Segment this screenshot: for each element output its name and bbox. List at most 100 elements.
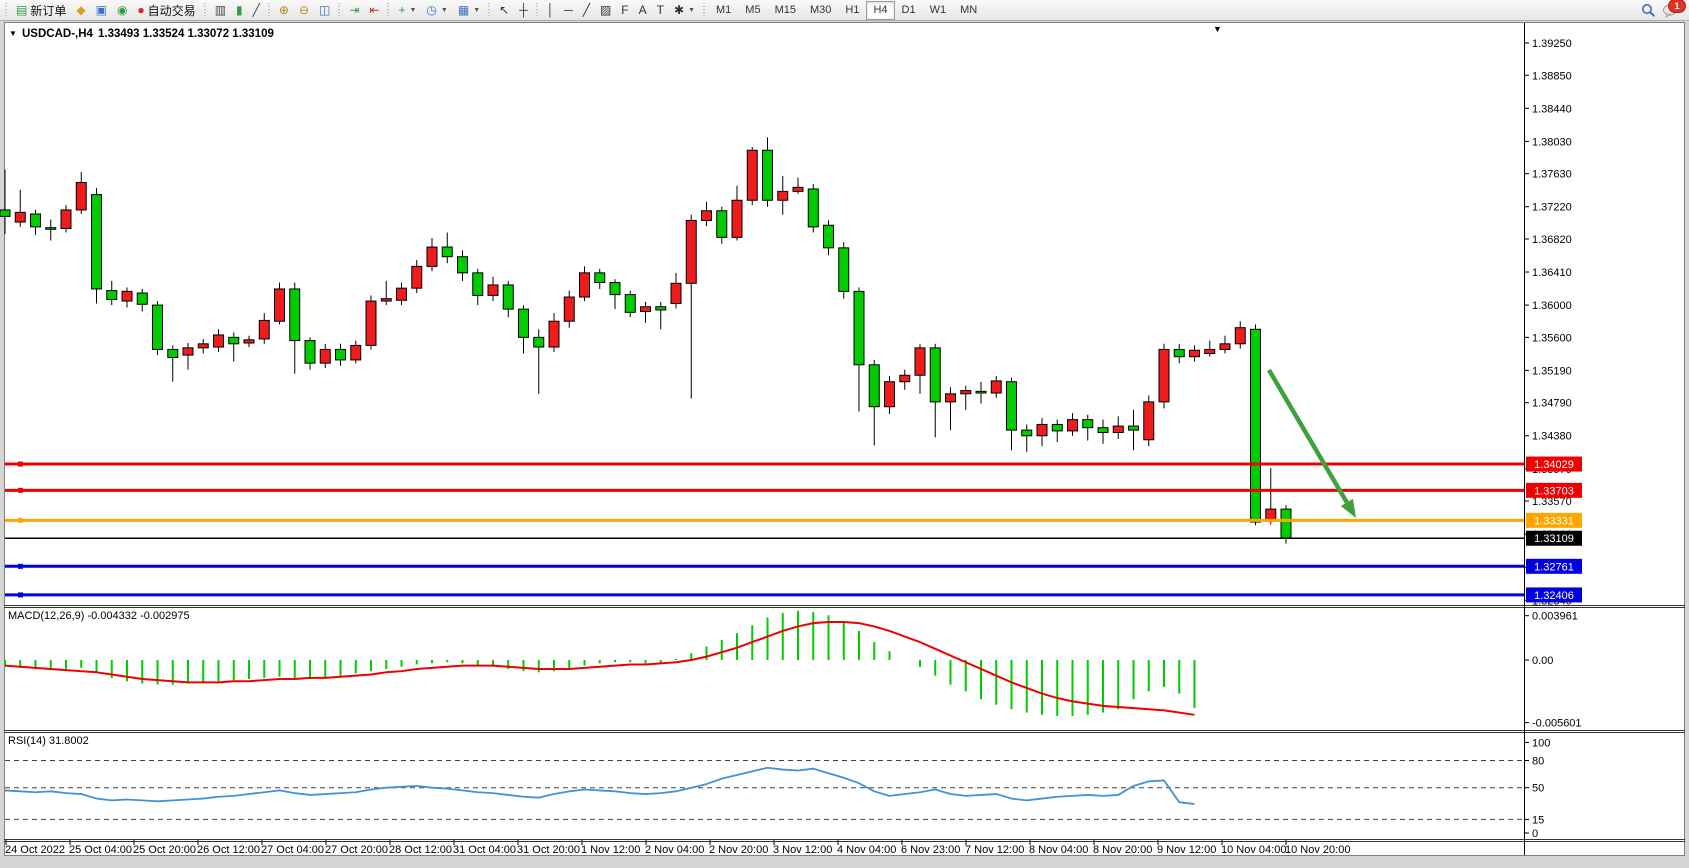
toolbar-cursor-button[interactable]: ↖ xyxy=(494,0,514,20)
time-label: 10 Nov 20:00 xyxy=(1285,844,1350,856)
time-label: 25 Oct 04:00 xyxy=(69,844,132,856)
toolbar-crosshair-button[interactable]: ┼ xyxy=(514,0,533,20)
candle xyxy=(1083,420,1093,428)
time-label: 2 Nov 04:00 xyxy=(645,844,704,856)
timeframe-h4[interactable]: H4 xyxy=(866,1,894,20)
toolbar-trendline-button[interactable]: ╱ xyxy=(578,0,595,20)
rsi-axis-label: 100 xyxy=(1532,737,1550,749)
toolbar-fibonacci-button[interactable]: F xyxy=(616,0,633,20)
toolbar-chart-shift-button[interactable]: ⇤ xyxy=(364,0,384,20)
toolbar-navigator-button[interactable]: ◉ xyxy=(112,0,132,20)
toolbar-arrows-button[interactable]: ✱▼ xyxy=(669,0,700,20)
candle xyxy=(1174,349,1184,356)
price-tick-label: 1.38030 xyxy=(1532,136,1572,148)
candle xyxy=(961,391,971,394)
symbol-dropdown-icon[interactable]: ▼ xyxy=(9,29,17,38)
timeframe-mn[interactable]: MN xyxy=(953,1,984,20)
time-label: 24 Oct 2022 xyxy=(5,844,65,856)
timeframe-d1[interactable]: D1 xyxy=(895,1,923,20)
time-label: 3 Nov 12:00 xyxy=(773,844,832,856)
price-tick-label: 1.37220 xyxy=(1532,202,1572,214)
candle xyxy=(168,349,178,357)
toolbar-auto-scroll-button[interactable]: ⇥ xyxy=(344,0,364,20)
line-chart-icon: ╱ xyxy=(253,4,260,16)
price-tag-label: 1.33331 xyxy=(1534,515,1574,527)
toolbar-text-button[interactable]: A xyxy=(634,0,652,20)
candle xyxy=(1037,424,1047,435)
price-tick-label: 1.37630 xyxy=(1532,169,1572,181)
candle xyxy=(305,341,315,364)
auto-scroll-icon: ⇥ xyxy=(349,4,359,16)
search-button[interactable] xyxy=(1641,3,1656,18)
toolbar-templates-button[interactable]: ▦▼ xyxy=(453,0,485,20)
macd-axis-label: -0.005601 xyxy=(1532,718,1582,730)
line-handle[interactable] xyxy=(18,518,23,523)
timeframe-m15[interactable]: M15 xyxy=(768,1,803,20)
toolbar-profile-button[interactable]: ◆ xyxy=(71,0,90,20)
toolbar-zoom-out-button[interactable]: ⊖ xyxy=(294,0,314,20)
candle xyxy=(1022,430,1032,436)
candle xyxy=(381,299,391,301)
timeframe-w1[interactable]: W1 xyxy=(923,1,954,20)
candle xyxy=(137,293,147,304)
toolbar-market-watch-button[interactable]: ▣ xyxy=(91,0,112,20)
candlestick-chart-icon: ▮ xyxy=(236,4,243,16)
timeframe-m5[interactable]: M5 xyxy=(738,1,767,20)
line-handle[interactable] xyxy=(18,592,23,597)
toolbar-label-button[interactable]: T xyxy=(652,0,669,20)
toolbar-line-chart-button[interactable]: ╱ xyxy=(248,0,265,20)
rsi-axis-label: 15 xyxy=(1532,814,1544,826)
toolbar-channel-button[interactable]: ▨ xyxy=(595,0,616,20)
templates-icon: ▦ xyxy=(458,4,469,16)
candle xyxy=(15,212,25,222)
toolbar-indicators-button[interactable]: +▼ xyxy=(393,0,421,20)
candle xyxy=(1205,349,1215,353)
macd-axis-label: 0.003961 xyxy=(1532,611,1578,623)
candle xyxy=(671,283,681,303)
price-tick-label: 1.36820 xyxy=(1532,234,1572,246)
candle xyxy=(122,291,132,301)
timeframe-h1[interactable]: H1 xyxy=(838,1,866,20)
toolbar-label: 新订单 xyxy=(30,2,66,19)
candle xyxy=(107,291,117,300)
toolbar-new-order-button[interactable]: ▤新订单 xyxy=(11,0,71,20)
candle xyxy=(915,348,925,375)
price-tick-label: 1.38850 xyxy=(1532,70,1572,82)
candle xyxy=(656,307,666,310)
candle xyxy=(1144,402,1154,440)
candle xyxy=(46,228,56,230)
toolbar-periods-button[interactable]: ◷▼ xyxy=(421,0,452,20)
candle xyxy=(1007,382,1017,430)
price-tick-label: 1.34380 xyxy=(1532,431,1572,443)
line-handle[interactable] xyxy=(18,564,23,569)
price-tick-label: 1.35190 xyxy=(1532,365,1572,377)
toolbar-zoom-in-button[interactable]: ⊕ xyxy=(274,0,294,20)
scroll-to-end-marker[interactable]: ▼ xyxy=(1213,24,1222,34)
candle xyxy=(717,211,727,238)
timeframe-m30[interactable]: M30 xyxy=(803,1,838,20)
time-label: 27 Oct 20:00 xyxy=(325,844,388,856)
price-tick-label: 1.33570 xyxy=(1532,496,1572,508)
notifications-button[interactable]: 1 xyxy=(1662,3,1679,18)
candle xyxy=(763,150,773,200)
candle xyxy=(885,382,895,407)
zoom-out-icon: ⊖ xyxy=(299,4,309,16)
time-label: 2 Nov 20:00 xyxy=(709,844,768,856)
candle xyxy=(290,289,300,341)
candle xyxy=(793,187,803,191)
toolbar-bar-chart-button[interactable]: ▥ xyxy=(210,0,231,20)
toolbar-tile-windows-button[interactable]: ◫ xyxy=(314,0,335,20)
candle xyxy=(595,273,605,283)
bar-chart-icon: ▥ xyxy=(215,4,226,16)
timeframe-m1[interactable]: M1 xyxy=(709,1,738,20)
candle xyxy=(1220,344,1230,350)
candle xyxy=(320,349,330,363)
toolbar-horizontal-line-button[interactable]: ─ xyxy=(559,0,578,20)
line-handle[interactable] xyxy=(18,488,23,493)
toolbar-vertical-line-button[interactable]: │ xyxy=(542,0,560,20)
indicators-icon: + xyxy=(398,4,405,16)
toolbar-candlestick-chart-button[interactable]: ▮ xyxy=(231,0,248,20)
vertical-line-icon: │ xyxy=(547,4,555,16)
toolbar-auto-trading-button[interactable]: ●自动交易 xyxy=(132,0,200,20)
line-handle[interactable] xyxy=(18,462,23,467)
